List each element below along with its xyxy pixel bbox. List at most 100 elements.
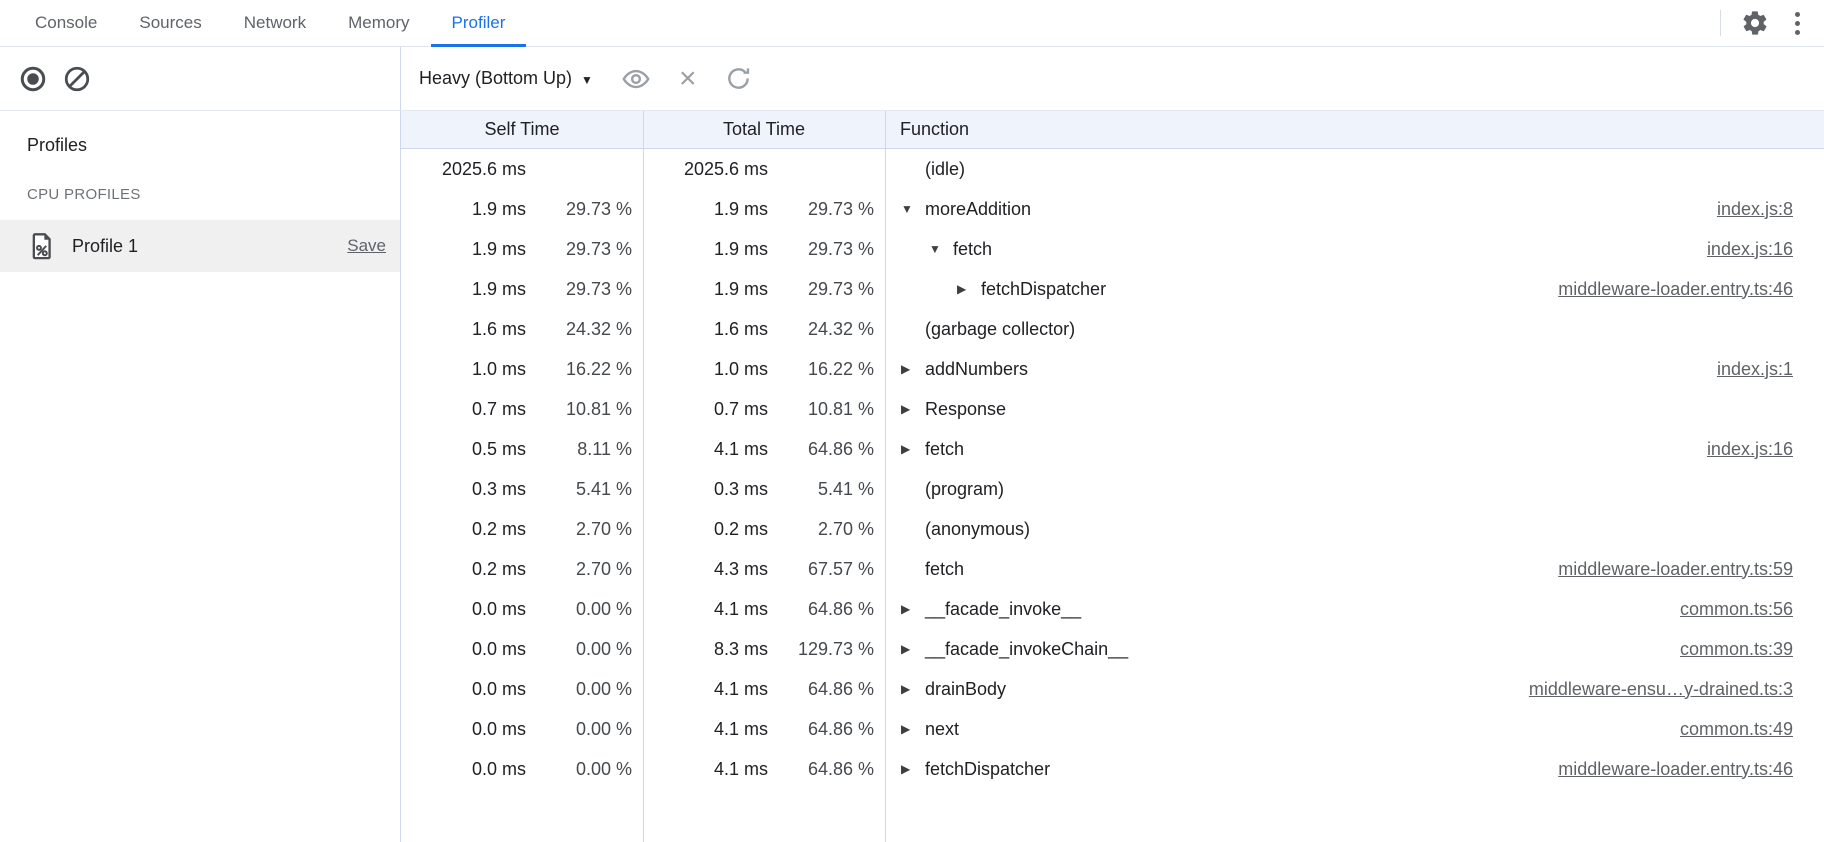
total-time-cell-ms: 2025.6 ms xyxy=(644,159,768,180)
expand-arrow-icon[interactable]: ▼ xyxy=(927,242,953,256)
view-toolbar: Heavy (Bottom Up) ▼ × xyxy=(401,47,1824,110)
total-time-cell: 2025.6 ms xyxy=(643,159,885,180)
table-row[interactable]: 0.3 ms5.41 %0.3 ms5.41 %(program) xyxy=(401,469,1824,509)
self-time-cell-percent: 2.70 % xyxy=(526,559,643,580)
close-icon: × xyxy=(679,64,697,94)
table-row[interactable]: 0.0 ms0.00 %8.3 ms129.73 %▶__facade_invo… xyxy=(401,629,1824,669)
tab-memory[interactable]: Memory xyxy=(327,0,430,46)
restore-functions-button[interactable] xyxy=(724,64,753,93)
focus-function-button[interactable] xyxy=(621,64,651,94)
table-row[interactable]: 0.7 ms10.81 %0.7 ms10.81 %▶Response xyxy=(401,389,1824,429)
self-time-cell: 1.9 ms29.73 % xyxy=(401,239,643,260)
total-time-cell: 4.1 ms64.86 % xyxy=(643,719,885,740)
source-link[interactable]: common.ts:56 xyxy=(1680,599,1824,620)
self-time-cell-ms: 2025.6 ms xyxy=(402,159,526,180)
source-link[interactable]: index.js:16 xyxy=(1707,239,1824,260)
expand-arrow-icon[interactable]: ▼ xyxy=(899,202,925,216)
table-row[interactable]: 0.2 ms2.70 %0.2 ms2.70 %(anonymous) xyxy=(401,509,1824,549)
tab-profiler[interactable]: Profiler xyxy=(431,0,527,46)
self-time-cell-percent: 29.73 % xyxy=(526,199,643,220)
more-menu-button[interactable] xyxy=(1789,12,1806,35)
expand-arrow-icon[interactable]: ▶ xyxy=(899,722,925,736)
table-row[interactable]: 0.5 ms8.11 %4.1 ms64.86 %▶fetchindex.js:… xyxy=(401,429,1824,469)
total-time-cell-ms: 4.3 ms xyxy=(644,559,768,580)
column-header-self-time[interactable]: Self Time xyxy=(401,119,643,140)
source-link[interactable]: index.js:16 xyxy=(1707,439,1824,460)
table-row[interactable]: 0.0 ms0.00 %4.1 ms64.86 %▶drainBodymiddl… xyxy=(401,669,1824,709)
self-time-cell: 0.5 ms8.11 % xyxy=(401,439,643,460)
table-row[interactable]: 1.9 ms29.73 %1.9 ms29.73 %▼moreAdditioni… xyxy=(401,189,1824,229)
table-row[interactable]: 0.0 ms0.00 %4.1 ms64.86 %▶fetchDispatche… xyxy=(401,749,1824,789)
expand-arrow-icon[interactable]: ▶ xyxy=(899,362,925,376)
tab-console[interactable]: Console xyxy=(14,0,118,46)
tabbar-tabs: ConsoleSourcesNetworkMemoryProfiler xyxy=(0,0,526,46)
source-link[interactable]: index.js:1 xyxy=(1717,359,1824,380)
self-time-cell: 0.0 ms0.00 % xyxy=(401,759,643,780)
settings-button[interactable] xyxy=(1741,9,1769,37)
table-row[interactable]: 0.2 ms2.70 %4.3 ms67.57 %fetchmiddleware… xyxy=(401,549,1824,589)
self-time-cell-percent: 8.11 % xyxy=(526,439,643,460)
table-row[interactable]: 0.0 ms0.00 %4.1 ms64.86 %▶__facade_invok… xyxy=(401,589,1824,629)
source-link[interactable]: middleware-loader.entry.ts:59 xyxy=(1558,559,1824,580)
table-row[interactable]: 0.0 ms0.00 %4.1 ms64.86 %▶nextcommon.ts:… xyxy=(401,709,1824,749)
source-link[interactable]: middleware-loader.entry.ts:46 xyxy=(1558,759,1824,780)
tab-sources[interactable]: Sources xyxy=(118,0,222,46)
source-link[interactable]: index.js:8 xyxy=(1717,199,1824,220)
function-cell: ▶fetchDispatchermiddleware-loader.entry.… xyxy=(885,279,1824,300)
column-header-total-time[interactable]: Total Time xyxy=(643,119,885,140)
profile-document-icon xyxy=(30,232,54,260)
table-row[interactable]: 1.0 ms16.22 %1.0 ms16.22 %▶addNumbersind… xyxy=(401,349,1824,389)
self-time-cell-percent: 2.70 % xyxy=(526,519,643,540)
total-time-cell-ms: 4.1 ms xyxy=(644,679,768,700)
function-cell: (idle) xyxy=(885,159,1824,180)
save-profile-link[interactable]: Save xyxy=(347,236,386,256)
table-row[interactable]: 1.9 ms29.73 %1.9 ms29.73 %▶fetchDispatch… xyxy=(401,269,1824,309)
expand-arrow-icon[interactable]: ▶ xyxy=(899,682,925,696)
function-cell: ▶Response xyxy=(885,399,1824,420)
exclude-function-button[interactable]: × xyxy=(679,64,697,94)
tabbar-right xyxy=(1720,0,1824,46)
column-header-function[interactable]: Function xyxy=(885,119,1824,140)
source-link[interactable]: middleware-ensu…y-drained.ts:3 xyxy=(1529,679,1824,700)
expand-arrow-icon[interactable]: ▶ xyxy=(899,602,925,616)
self-time-cell: 0.2 ms2.70 % xyxy=(401,519,643,540)
expand-arrow-icon[interactable]: ▶ xyxy=(955,282,981,296)
source-link[interactable]: middleware-loader.entry.ts:46 xyxy=(1558,279,1824,300)
expand-arrow-icon[interactable]: ▶ xyxy=(899,762,925,776)
self-time-cell-percent: 29.73 % xyxy=(526,239,643,260)
self-time-cell: 2025.6 ms xyxy=(401,159,643,180)
self-time-cell-ms: 1.6 ms xyxy=(402,319,526,340)
self-time-cell-ms: 1.0 ms xyxy=(402,359,526,380)
function-cell: (garbage collector) xyxy=(885,319,1824,340)
table-row[interactable]: 2025.6 ms 2025.6 ms (idle) xyxy=(401,149,1824,189)
expand-arrow-icon[interactable]: ▶ xyxy=(899,402,925,416)
total-time-cell-percent: 24.32 % xyxy=(768,319,885,340)
total-time-cell-ms: 1.0 ms xyxy=(644,359,768,380)
total-time-cell: 1.9 ms29.73 % xyxy=(643,279,885,300)
sidebar-item-profile-1[interactable]: Profile 1 Save xyxy=(0,220,400,272)
refresh-icon xyxy=(724,64,753,93)
source-link[interactable]: common.ts:49 xyxy=(1680,719,1824,740)
source-link[interactable]: common.ts:39 xyxy=(1680,639,1824,660)
view-mode-dropdown[interactable]: Heavy (Bottom Up) ▼ xyxy=(419,68,593,89)
tab-network[interactable]: Network xyxy=(223,0,327,46)
expand-arrow-icon[interactable]: ▶ xyxy=(899,442,925,456)
total-time-cell-percent: 64.86 % xyxy=(768,439,885,460)
total-time-cell-ms: 1.9 ms xyxy=(644,239,768,260)
total-time-cell-percent: 29.73 % xyxy=(768,239,885,260)
total-time-cell-percent: 29.73 % xyxy=(768,199,885,220)
total-time-cell: 4.1 ms64.86 % xyxy=(643,759,885,780)
record-button[interactable] xyxy=(18,64,48,94)
total-time-cell: 0.7 ms10.81 % xyxy=(643,399,885,420)
table-row[interactable]: 1.9 ms29.73 %1.9 ms29.73 %▼fetchindex.js… xyxy=(401,229,1824,269)
self-time-cell-percent: 16.22 % xyxy=(526,359,643,380)
table-row[interactable]: 1.6 ms24.32 %1.6 ms24.32 %(garbage colle… xyxy=(401,309,1824,349)
profile-data-grid: Self Time Total Time Function 2025.6 ms2… xyxy=(401,111,1824,842)
total-time-cell: 1.0 ms16.22 % xyxy=(643,359,885,380)
expand-arrow-icon[interactable]: ▶ xyxy=(899,642,925,656)
total-time-cell-percent: 5.41 % xyxy=(768,479,885,500)
clear-profiles-button[interactable] xyxy=(62,64,92,94)
self-time-cell-ms: 0.2 ms xyxy=(402,559,526,580)
function-name: fetch xyxy=(925,439,964,460)
grid-header: Self Time Total Time Function xyxy=(401,111,1824,149)
